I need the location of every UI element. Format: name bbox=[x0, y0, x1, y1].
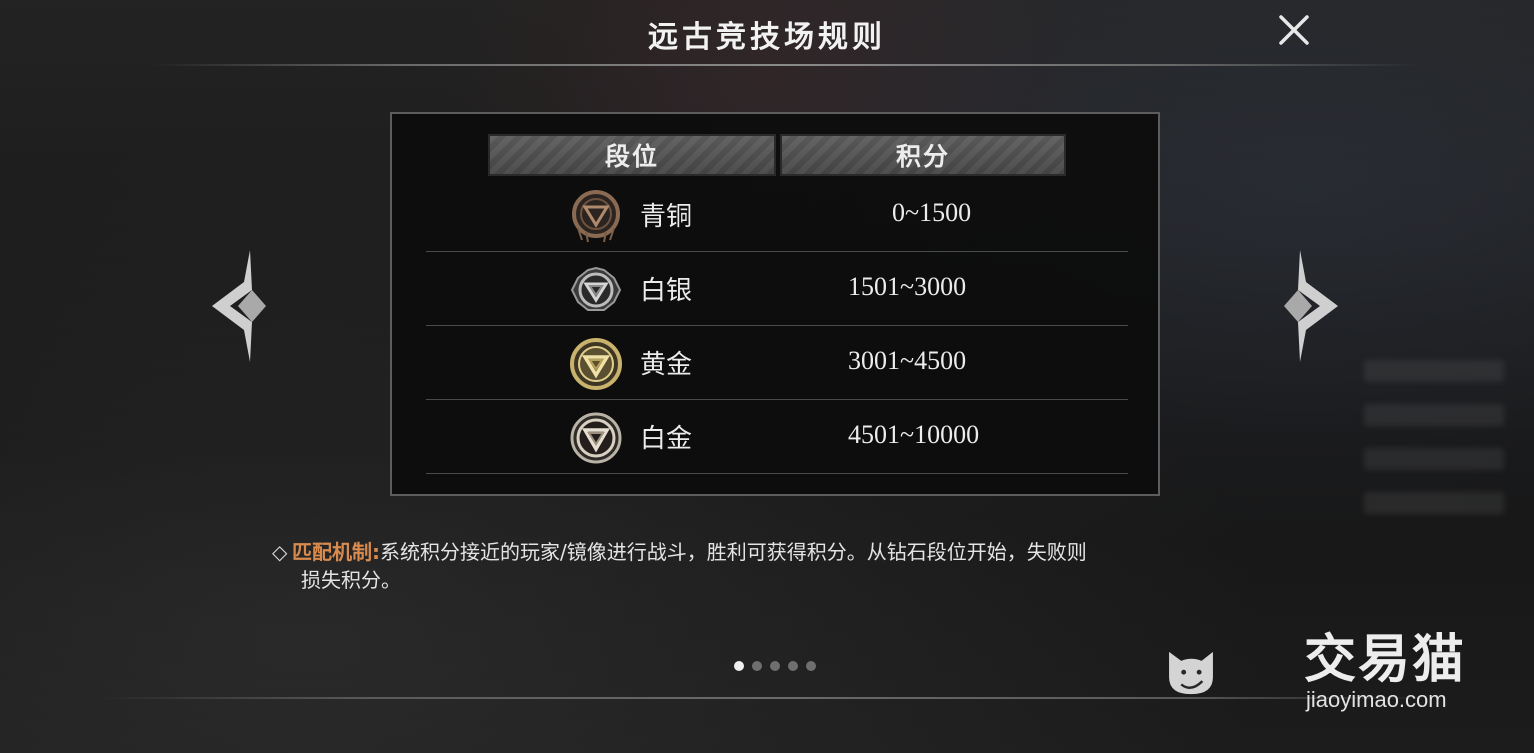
match-rule-description: ◇ 匹配机制:系统积分接近的玩家/镜像进行战斗，胜利可获得积分。从钻石段位开始，失… bbox=[272, 538, 1272, 594]
watermark-name: 交易猫 bbox=[1304, 630, 1467, 690]
rank-score: 3001~4500 bbox=[848, 346, 967, 375]
page-dot[interactable] bbox=[770, 661, 780, 671]
rank-name: 青铜 bbox=[640, 202, 693, 232]
background-blurred-menu bbox=[1364, 360, 1504, 514]
diamond-bullet-icon: ◇ bbox=[272, 540, 288, 564]
gold-badge-icon bbox=[570, 338, 622, 390]
title-divider bbox=[150, 64, 1420, 66]
rank-table-panel: 段位 积分 青铜 0~1500 白银 1501~3000 黄金 3001~450… bbox=[390, 112, 1160, 496]
table-body: 青铜 0~1500 白银 1501~3000 黄金 3001~4500 白金 4… bbox=[426, 178, 1128, 474]
silver-badge-icon bbox=[570, 266, 622, 311]
table-row: 黄金 3001~4500 bbox=[426, 326, 1128, 400]
header-rank: 段位 bbox=[488, 134, 776, 176]
bronze-badge-icon bbox=[572, 190, 620, 243]
rule-text-line1: 系统积分接近的玩家/镜像进行战斗，胜利可获得积分。从钻石段位开始，失败则 bbox=[380, 540, 1087, 564]
table-row: 白金 4501~10000 bbox=[426, 400, 1128, 474]
header-score: 积分 bbox=[780, 134, 1066, 176]
table-row: 青铜 0~1500 bbox=[426, 178, 1128, 252]
page-dot[interactable] bbox=[788, 661, 798, 671]
rank-name: 黄金 bbox=[640, 350, 693, 380]
rank-name: 白金 bbox=[640, 424, 693, 454]
table-header: 段位 积分 bbox=[488, 134, 1066, 176]
table-row: 白银 1501~3000 bbox=[426, 252, 1128, 326]
rule-label: 匹配机制: bbox=[292, 540, 380, 564]
rank-score: 4501~10000 bbox=[848, 420, 980, 449]
close-icon[interactable] bbox=[1276, 12, 1312, 48]
page-dot[interactable] bbox=[806, 661, 816, 671]
rank-score: 0~1500 bbox=[892, 198, 972, 227]
prev-page-arrow-icon[interactable] bbox=[208, 250, 268, 362]
page-indicator bbox=[734, 661, 816, 671]
page-dot[interactable] bbox=[734, 661, 744, 671]
watermark-cat-logo-icon bbox=[1169, 651, 1213, 695]
rule-text-line2: 损失积分。 bbox=[301, 568, 401, 592]
page-dot[interactable] bbox=[752, 661, 762, 671]
next-page-arrow-icon[interactable] bbox=[1282, 250, 1342, 362]
platinum-badge-icon bbox=[570, 412, 622, 464]
watermark-url: jiaoyimao.com bbox=[1306, 687, 1447, 712]
rank-score: 1501~3000 bbox=[848, 272, 967, 301]
rank-name: 白银 bbox=[640, 276, 693, 306]
